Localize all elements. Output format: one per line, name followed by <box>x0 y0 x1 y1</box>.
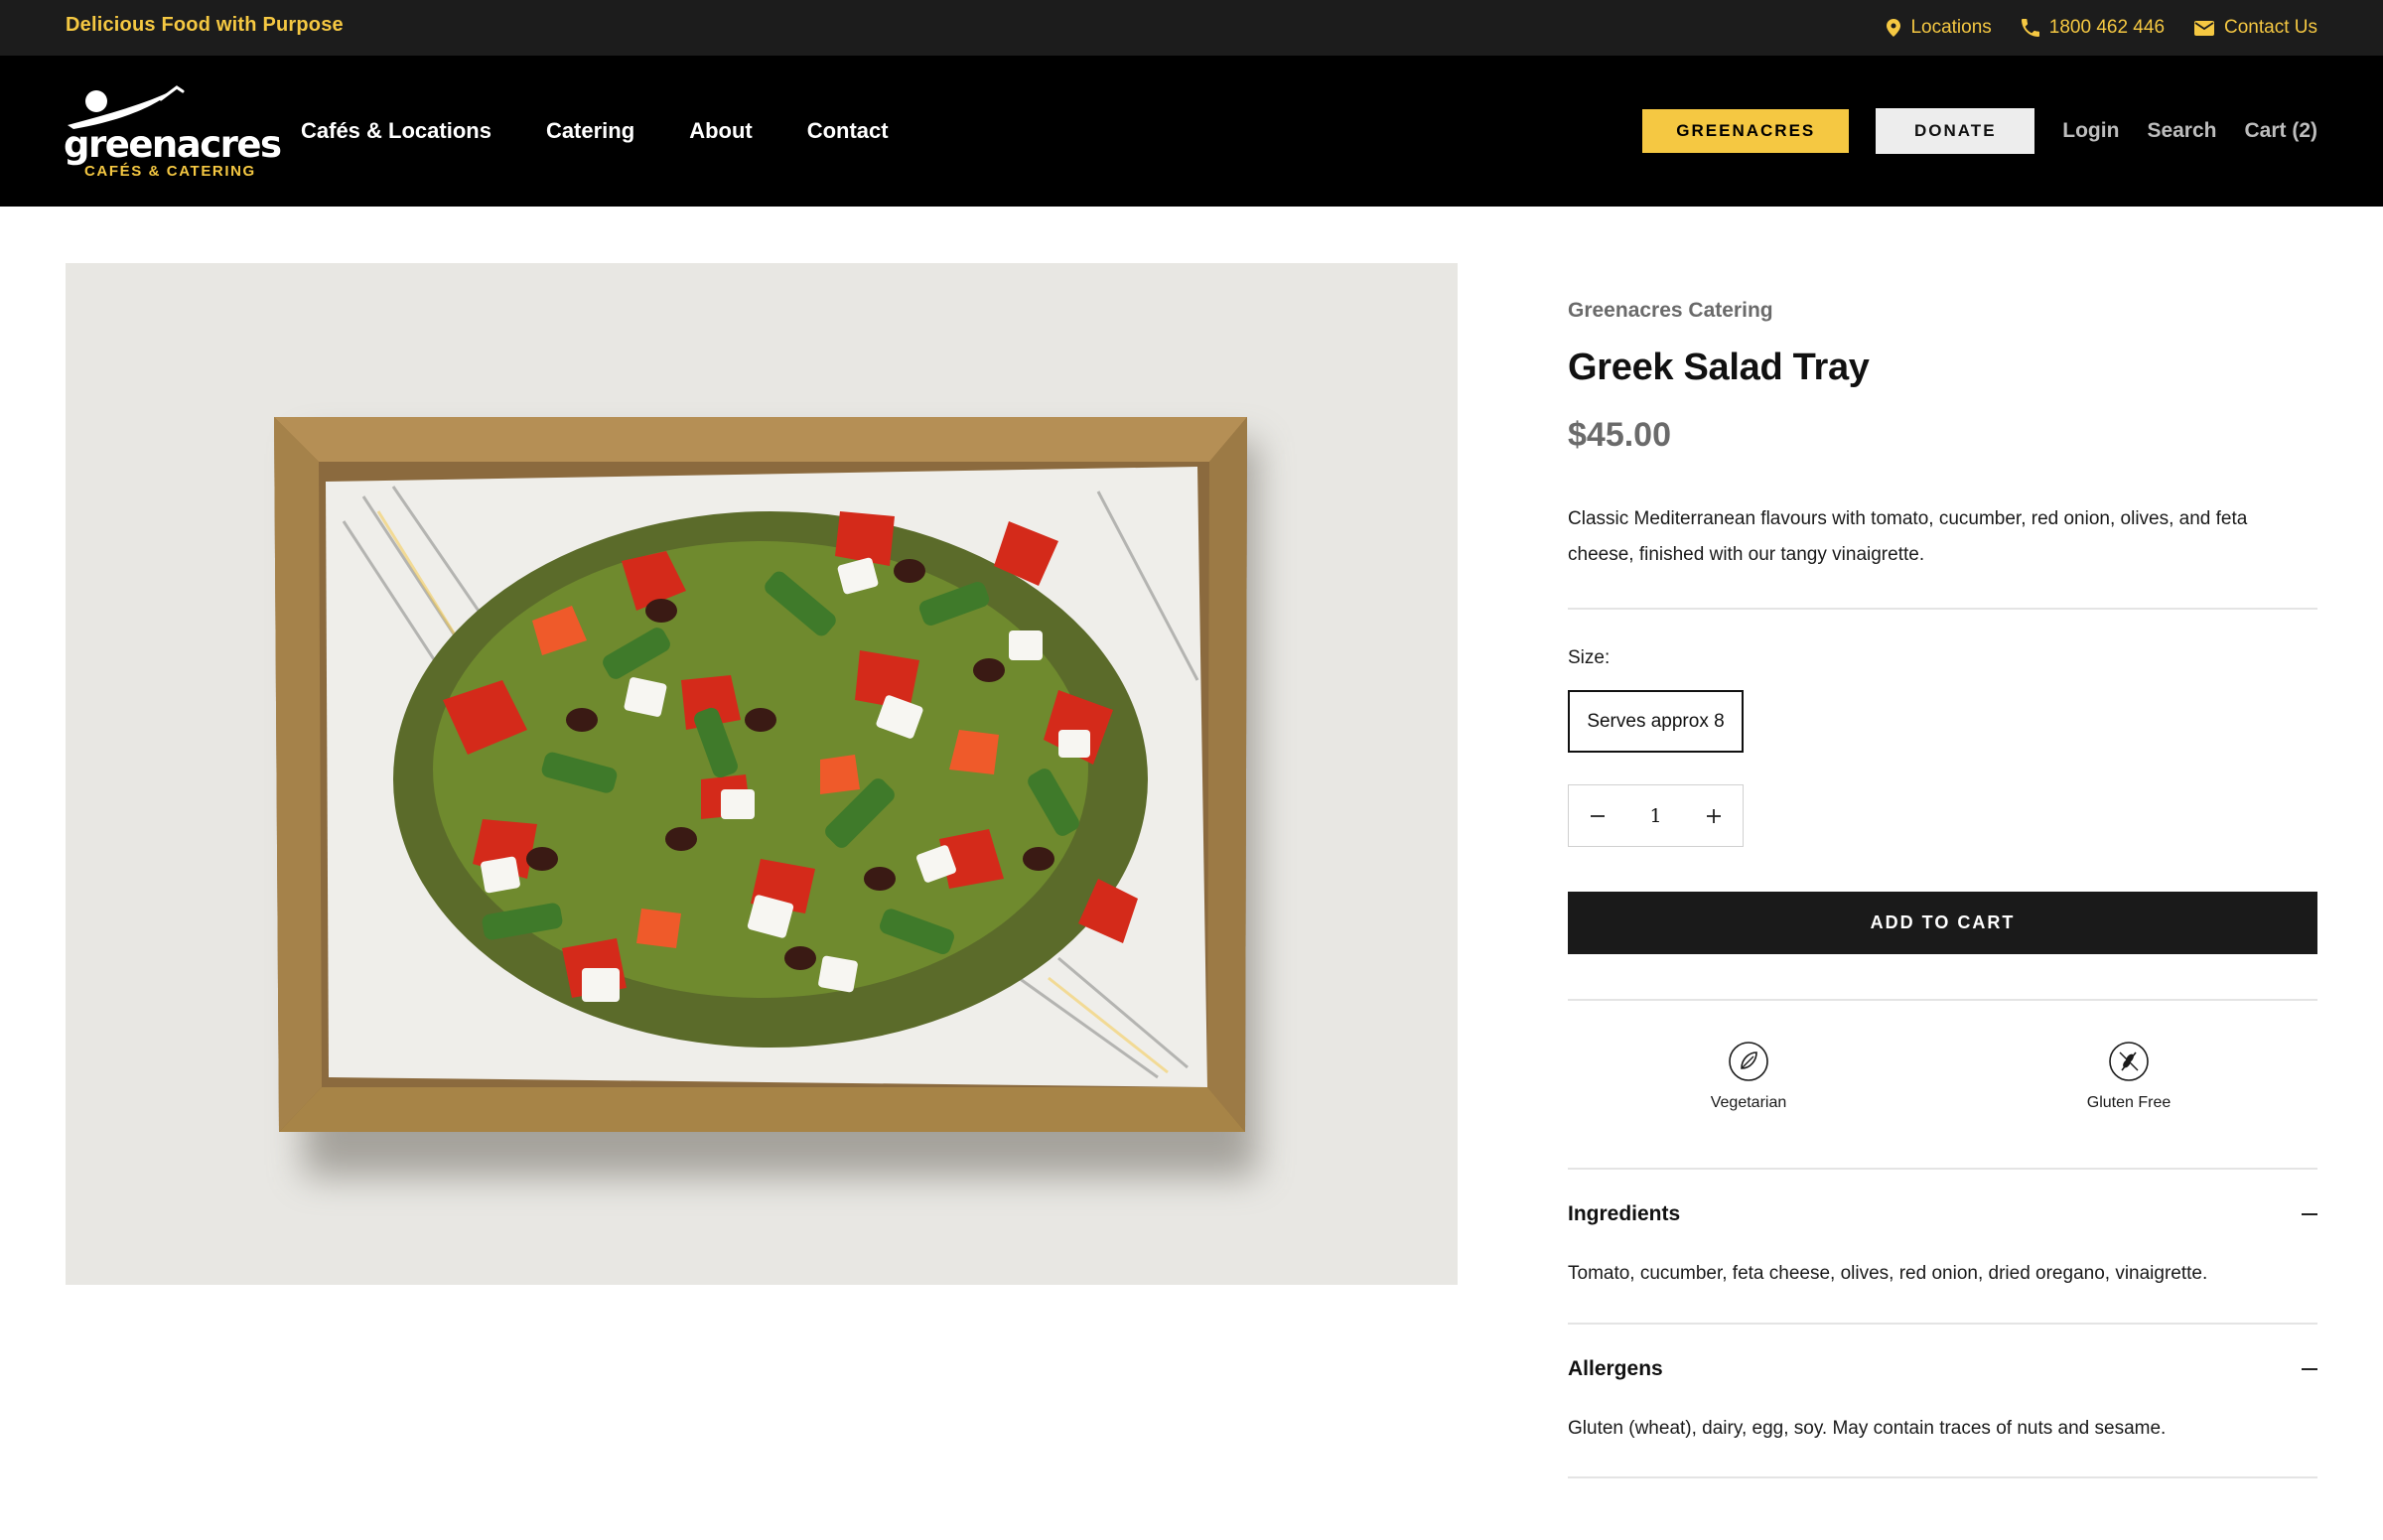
divider <box>1568 999 2317 1001</box>
vegetarian-badge-label: Vegetarian <box>1710 1094 1787 1111</box>
collapse-icon <box>2302 1368 2317 1370</box>
phone-link[interactable]: 1800 462 446 <box>2021 17 2166 39</box>
divider <box>1568 1476 2317 1478</box>
add-to-cart-button[interactable]: ADD TO CART <box>1568 892 2317 954</box>
divider <box>1568 1323 2317 1325</box>
increase-quantity-button[interactable] <box>1685 785 1743 846</box>
logo-wordmark: greenacres <box>64 123 282 166</box>
allergens-title: Allergens <box>1568 1357 1663 1380</box>
nav-cafes-locations[interactable]: Cafés & Locations <box>301 118 491 144</box>
ingredients-accordion-header[interactable]: Ingredients <box>1568 1194 2317 1234</box>
utility-links: Locations 1800 462 446 Contact Us <box>1887 0 2317 56</box>
tagline: Delicious Food with Purpose <box>66 14 344 36</box>
product-title: Greek Salad Tray <box>1568 347 1870 388</box>
quantity-stepper: 1 <box>1568 784 1744 847</box>
vegetarian-badge: Vegetarian <box>1669 1041 1828 1112</box>
login-link[interactable]: Login <box>2062 119 2119 143</box>
map-pin-icon <box>1887 19 1901 37</box>
envelope-icon <box>2194 20 2215 36</box>
greek-salad-tray-photo <box>66 263 1458 1285</box>
product-image[interactable] <box>66 263 1458 1285</box>
nav-catering[interactable]: Catering <box>546 118 634 144</box>
gluten-free-badge: Gluten Free <box>2049 1041 2208 1112</box>
phone-icon <box>2021 19 2039 37</box>
divider <box>1568 608 2317 610</box>
main-nav: Cafés & Locations Catering About Contact <box>301 56 889 207</box>
minus-icon <box>1591 814 1606 817</box>
nav-about[interactable]: About <box>689 118 753 144</box>
utility-bar: Delicious Food with Purpose Locations 18… <box>0 0 2383 56</box>
vegetarian-badge-icon <box>1729 1042 1768 1081</box>
divider <box>1568 1168 2317 1170</box>
decrease-quantity-button[interactable] <box>1569 785 1626 846</box>
product-description: Classic Mediterranean flavours with toma… <box>1568 508 2248 565</box>
donate-button[interactable]: DONATE <box>1876 108 2035 154</box>
contact-us-link-label: Contact Us <box>2224 17 2317 38</box>
search-link[interactable]: Search <box>2147 119 2216 143</box>
quantity-value[interactable]: 1 <box>1626 805 1684 827</box>
size-label: Size: <box>1568 647 1611 668</box>
allergens-accordion-header[interactable]: Allergens <box>1568 1349 2317 1389</box>
contact-us-link[interactable]: Contact Us <box>2194 17 2317 39</box>
phone-link-label: 1800 462 446 <box>2048 17 2166 38</box>
plus-icon <box>1706 808 1721 823</box>
gluten-free-badge-label: Gluten Free <box>2086 1094 2172 1111</box>
nav-contact[interactable]: Contact <box>807 118 889 144</box>
locations-link[interactable]: Locations <box>1887 17 1992 39</box>
logo-subtitle: CAFÉS & CATERING <box>84 163 256 180</box>
product-price: $45.00 <box>1568 416 1671 454</box>
product-vendor[interactable]: Greenacres Catering <box>1568 299 1773 323</box>
locations-link-label: Locations <box>1910 17 1992 38</box>
collapse-icon <box>2302 1213 2317 1215</box>
header-actions: GREENACRES DONATE Login Search Cart (2) <box>1642 56 2317 207</box>
allergens-content: Gluten (wheat), dairy, egg, soy. May con… <box>1568 1418 2167 1439</box>
cart-link[interactable]: Cart (2) <box>2244 119 2317 143</box>
size-option-serves-8[interactable]: Serves approx 8 <box>1568 690 1744 753</box>
ingredients-title: Ingredients <box>1568 1202 1681 1225</box>
greenacres-logo[interactable]: greenacres CAFÉS & CATERING <box>64 85 282 180</box>
gluten-free-badge-icon <box>2109 1042 2149 1081</box>
site-header: greenacres CAFÉS & CATERING Cafés & Loca… <box>0 56 2383 207</box>
ingredients-content: Tomato, cucumber, feta cheese, olives, r… <box>1568 1263 2208 1284</box>
greenacres-button[interactable]: GREENACRES <box>1642 109 1850 153</box>
